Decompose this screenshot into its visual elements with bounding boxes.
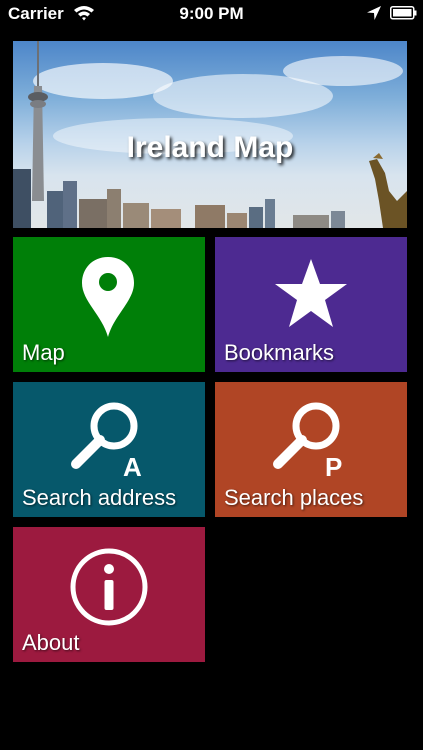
battery-icon — [390, 6, 418, 25]
bookmarks-tile[interactable]: Bookmarks — [215, 237, 407, 372]
star-icon — [273, 255, 349, 336]
header-banner: Ireland Map — [13, 41, 407, 228]
map-pin-icon — [80, 255, 136, 344]
places-badge: P — [325, 452, 343, 482]
map-tile-label: Map — [22, 340, 65, 365]
about-tile[interactable]: About — [13, 527, 205, 662]
address-badge: A — [123, 452, 142, 482]
app-title: Ireland Map — [126, 131, 294, 164]
info-icon — [69, 547, 149, 632]
search-address-tile-label: Search address — [22, 485, 177, 510]
clock: 9:00 PM — [179, 4, 244, 23]
search-places-tile-label: Search places — [224, 485, 364, 510]
bookmarks-tile-label: Bookmarks — [224, 340, 335, 365]
search-address-tile[interactable]: A Search address — [13, 382, 205, 517]
location-arrow-icon — [366, 5, 382, 26]
search-places-tile[interactable]: P Search places — [215, 382, 407, 517]
about-tile-label: About — [22, 630, 80, 655]
status-bar: Carrier 9:00 PM — [0, 0, 423, 28]
map-tile[interactable]: Map — [13, 237, 205, 372]
